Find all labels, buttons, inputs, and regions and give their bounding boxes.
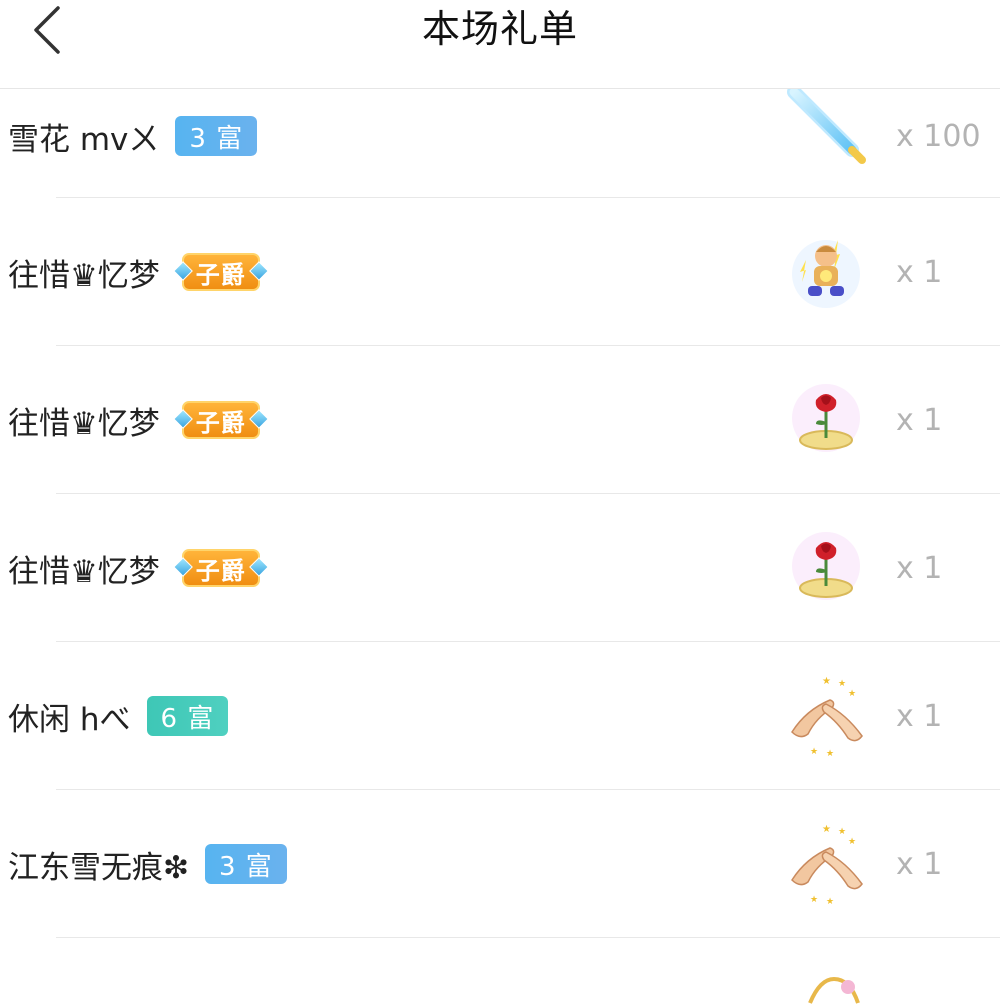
svg-text:★: ★ [826, 897, 834, 906]
user-info: 往惜♛忆梦 子爵 [8, 198, 269, 346]
gift-count: x 1 [896, 550, 943, 586]
user-info: 往惜♛忆梦 子爵 [8, 346, 269, 494]
username: 休闲 hべ [8, 701, 131, 738]
gift-row[interactable]: 雪花 mvㄨ 3 富 x 100 [0, 86, 1000, 198]
svg-text:★: ★ [810, 747, 818, 757]
user-info: 雪花 mvㄨ 3 富 [8, 74, 258, 198]
gift-count: x 1 [896, 846, 943, 882]
svg-text:★: ★ [826, 749, 834, 758]
gift-icon-partial [808, 976, 860, 1004]
wealth-level-badge: 6 富 [146, 696, 229, 736]
gift-row[interactable]: 休闲 hべ 6 富 ★ ★ ★ ★ ★ x 1 [0, 642, 1000, 790]
user-info: 江东雪无痕❇ 3 富 [8, 790, 287, 938]
glow-stick-icon [787, 86, 866, 164]
svg-text:★: ★ [822, 676, 831, 687]
clapping-hands-icon: ★ ★ ★ ★ ★ [791, 676, 863, 758]
user-info: 休闲 hべ 6 富 [8, 642, 229, 790]
gift-row[interactable]: 往惜♛忆梦 子爵 x 1 [0, 494, 1000, 642]
svg-text:★: ★ [810, 895, 818, 905]
rose-icon [792, 532, 860, 600]
clapping-hands-icon: ★ ★ ★ ★ ★ [791, 824, 863, 906]
svg-text:★: ★ [822, 824, 831, 835]
noble-title-text: 子爵 [195, 260, 246, 289]
gift-count: x 100 [896, 118, 981, 154]
gift-list: 雪花 mvㄨ 3 富 x 100 往惜♛忆梦 子爵 x 1 往惜♛忆梦 子爵 x… [0, 86, 1000, 938]
noble-title-badge: 子爵 [172, 549, 269, 587]
gift-row[interactable]: 往惜♛忆梦 子爵 x 1 [0, 198, 1000, 346]
noble-title-text: 子爵 [195, 556, 246, 585]
divider [56, 937, 1000, 938]
svg-text:★: ★ [838, 827, 846, 837]
username: 江东雪无痕❇ [8, 849, 189, 886]
user-info: 往惜♛忆梦 子爵 [8, 494, 269, 642]
cartoon-figure-icon [792, 240, 860, 308]
rose-icon [792, 384, 860, 452]
username: 往惜♛忆梦 [8, 405, 160, 442]
wealth-level-badge: 3 富 [204, 844, 287, 884]
header-bar: 本场礼单 [0, 0, 1000, 89]
noble-title-badge: 子爵 [172, 401, 269, 439]
noble-title-text: 子爵 [195, 408, 246, 437]
svg-text:★: ★ [848, 837, 856, 847]
noble-title-badge: 子爵 [172, 253, 269, 291]
gift-row[interactable]: 江东雪无痕❇ 3 富 ★ ★ ★ ★ ★ x 1 [0, 790, 1000, 938]
gift-count: x 1 [896, 402, 943, 438]
page-title: 本场礼单 [421, 7, 578, 51]
username: 往惜♛忆梦 [8, 553, 160, 590]
svg-text:★: ★ [838, 679, 846, 689]
username: 雪花 mvㄨ [8, 121, 160, 158]
wealth-level-badge: 3 富 [175, 116, 258, 156]
gift-count: x 1 [896, 698, 943, 734]
gift-count: x 1 [896, 254, 943, 290]
gift-row[interactable]: 往惜♛忆梦 子爵 x 1 [0, 346, 1000, 494]
svg-text:★: ★ [848, 689, 856, 699]
username: 往惜♛忆梦 [8, 257, 160, 294]
